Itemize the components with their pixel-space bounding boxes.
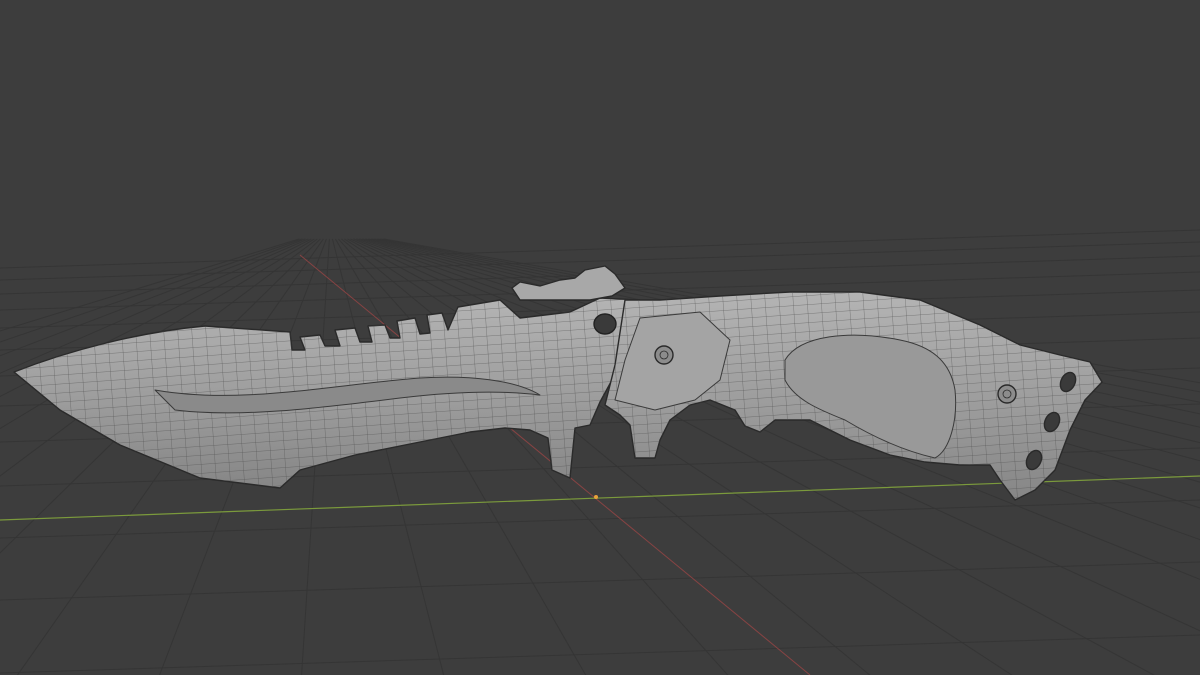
grid-line bbox=[0, 634, 1200, 674]
guard-hole bbox=[593, 313, 617, 335]
grid-line bbox=[0, 229, 1200, 269]
viewport-canvas[interactable] bbox=[0, 0, 1200, 675]
grid-line bbox=[0, 561, 1200, 601]
screw-icon bbox=[997, 384, 1017, 404]
object-origin bbox=[594, 495, 598, 499]
screw-icon bbox=[654, 345, 674, 365]
knife-mesh[interactable] bbox=[13, 265, 1103, 501]
3d-viewport[interactable] bbox=[0, 0, 1200, 675]
